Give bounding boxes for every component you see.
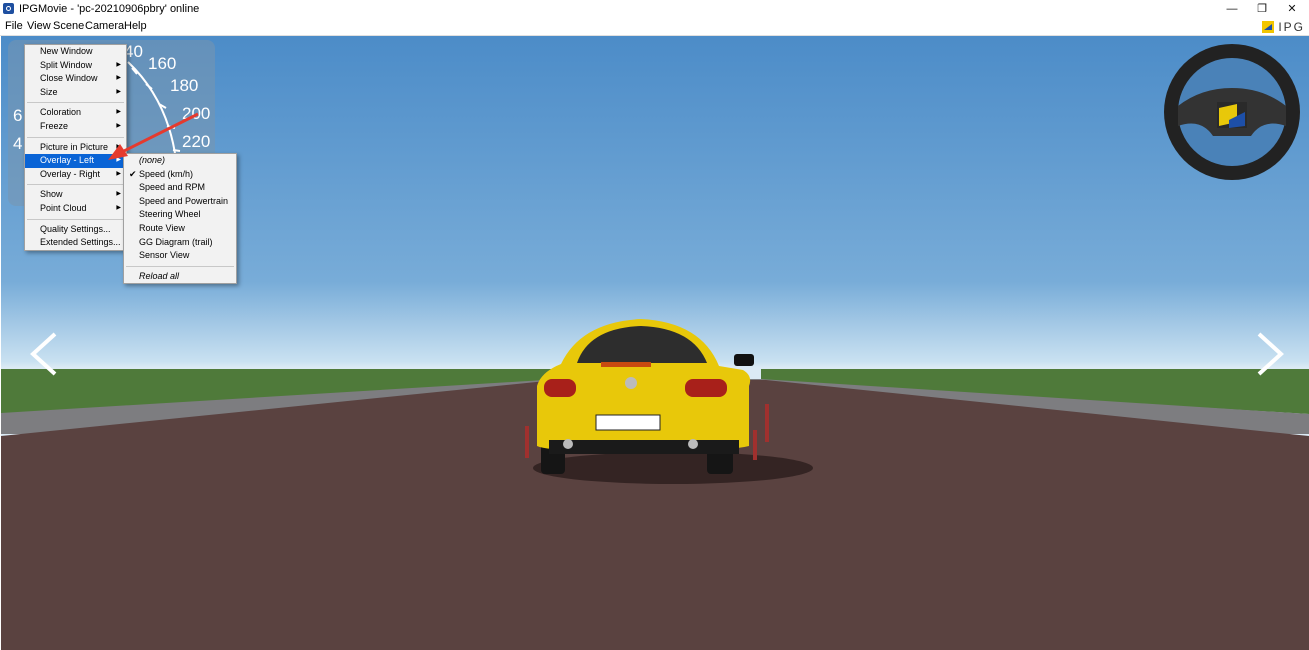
speed-tick-left-upper: 6 — [13, 106, 23, 125]
title-bar: IPGMovie - 'pc-20210906pbry' online — ❐ … — [0, 0, 1309, 18]
speed-tick-160: 160 — [148, 54, 177, 73]
submenu-arrow-icon: ▶ — [116, 75, 121, 82]
overlay-option-route-view[interactable]: Route View — [124, 222, 236, 236]
submenu-arrow-icon: ▶ — [116, 170, 121, 177]
restore-button[interactable]: ❐ — [1247, 0, 1277, 18]
menu-file[interactable]: File — [5, 20, 23, 32]
menu-close-window[interactable]: Close Window ▶ — [25, 72, 126, 86]
previous-arrow-icon[interactable] — [27, 332, 63, 376]
ipg-logo-text: IPG — [1278, 19, 1305, 34]
steering-wheel-overlay — [1164, 44, 1300, 180]
menu-help[interactable]: Help — [124, 20, 147, 32]
overlay-option-steering-wheel[interactable]: Steering Wheel — [124, 208, 236, 222]
close-button[interactable]: ✕ — [1277, 0, 1307, 18]
submenu-arrow-icon: ▶ — [116, 88, 121, 95]
overlay-option-speed-powertrain[interactable]: Speed and Powertrain — [124, 195, 236, 209]
speed-tick-180: 180 — [170, 76, 199, 95]
speed-tick-left-lower: 4 — [13, 134, 23, 153]
menu-new-window[interactable]: New Window — [25, 45, 126, 59]
menu-bar: File View Scene Camera Help IPG — [0, 18, 1309, 36]
minimize-button[interactable]: — — [1217, 0, 1247, 18]
overlay-option-gg-diagram[interactable]: GG Diagram (trail) — [124, 236, 236, 250]
menu-quality-settings[interactable]: Quality Settings... — [25, 223, 126, 237]
menu-overlay-right[interactable]: Overlay - Right ▶ — [25, 168, 126, 182]
submenu-arrow-icon: ▶ — [116, 191, 121, 198]
overlay-option-speed[interactable]: ✔ Speed (km/h) — [124, 168, 236, 182]
ipg-logo: IPG — [1262, 19, 1305, 34]
window-title: IPGMovie - 'pc-20210906pbry' online — [19, 3, 200, 15]
menu-separator — [27, 218, 124, 220]
menu-scene[interactable]: Scene — [53, 20, 84, 32]
next-arrow-icon[interactable] — [1251, 332, 1287, 376]
app-icon — [3, 3, 14, 14]
menu-point-cloud[interactable]: Point Cloud ▶ — [25, 202, 126, 216]
overlay-option-sensor-view[interactable]: Sensor View — [124, 249, 236, 263]
menu-separator — [126, 265, 234, 267]
annotation-arrow-icon — [108, 112, 199, 160]
menu-camera[interactable]: Camera — [85, 20, 124, 32]
menu-view[interactable]: View — [27, 20, 51, 32]
menu-separator — [27, 184, 124, 186]
overlay-option-speed-rpm[interactable]: Speed and RPM — [124, 181, 236, 195]
overlay-option-reload-all[interactable]: Reload all — [124, 270, 236, 284]
menu-separator — [27, 102, 124, 104]
ipg-logo-icon — [1262, 20, 1275, 33]
car — [537, 319, 754, 474]
overlay-left-submenu: (none) ✔ Speed (km/h) Speed and RPM Speed… — [123, 153, 237, 285]
menu-size[interactable]: Size ▶ — [25, 86, 126, 100]
submenu-arrow-icon: ▶ — [116, 204, 121, 211]
checkmark-icon: ✔ — [129, 168, 137, 179]
menu-extended-settings[interactable]: Extended Settings... — [25, 236, 126, 250]
menu-split-window[interactable]: Split Window ▶ — [25, 59, 126, 73]
menu-show[interactable]: Show ▶ — [25, 188, 126, 202]
submenu-arrow-icon: ▶ — [116, 61, 121, 68]
